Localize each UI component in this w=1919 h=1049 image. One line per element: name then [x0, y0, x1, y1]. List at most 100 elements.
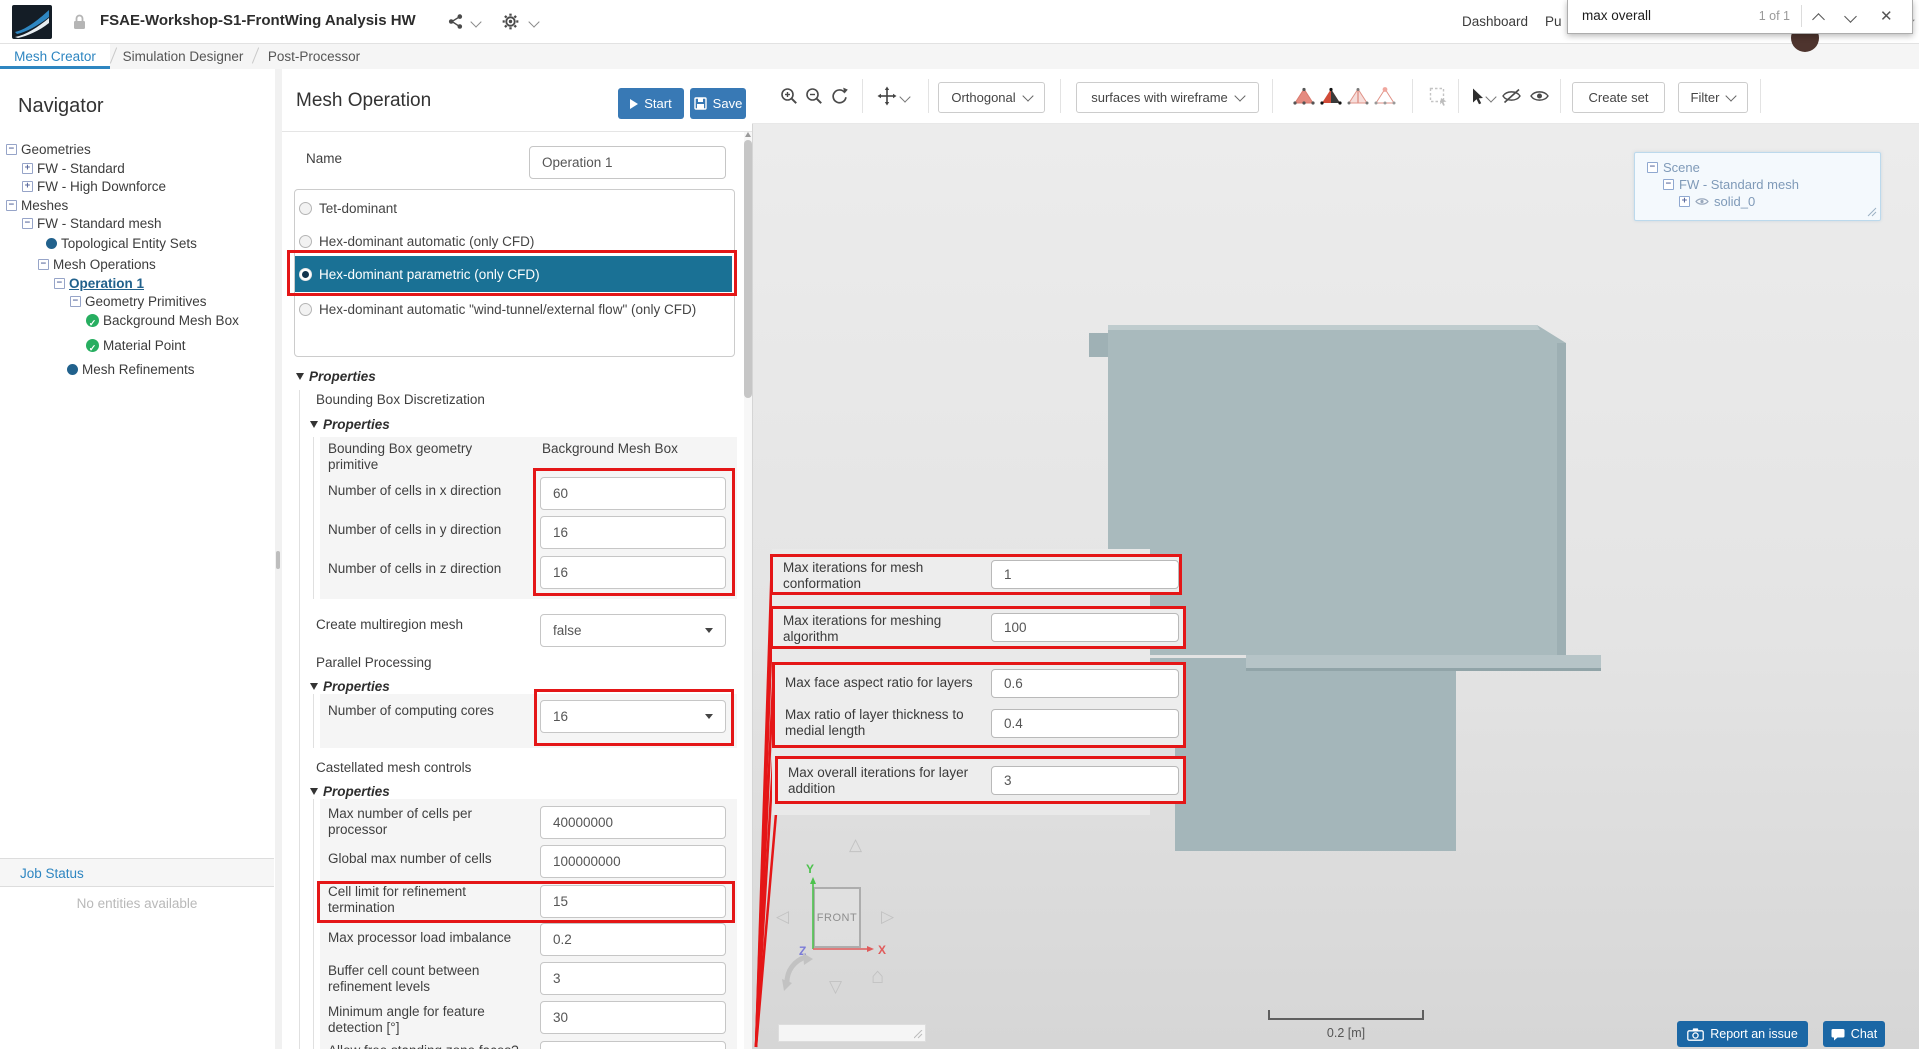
- scene-tree-panel[interactable]: Scene FW - Standard mesh solid_0: [1634, 152, 1881, 221]
- tree-item-geometries[interactable]: Geometries: [6, 140, 91, 158]
- tree-item-mesh-operations[interactable]: Mesh Operations: [38, 255, 156, 273]
- collapse-icon[interactable]: [22, 217, 33, 229]
- collapse-icon[interactable]: [6, 143, 17, 155]
- scene-solid-node[interactable]: solid_0: [1679, 194, 1755, 209]
- tree-item-fw-high-downforce[interactable]: FW - High Downforce: [22, 177, 166, 195]
- expand-icon[interactable]: [1679, 196, 1690, 207]
- zoom-out-icon[interactable]: [803, 85, 825, 107]
- multiregion-select[interactable]: false: [540, 614, 726, 647]
- zoom-in-icon[interactable]: [778, 85, 800, 107]
- save-button[interactable]: Save: [690, 88, 746, 119]
- select-edge-icon[interactable]: [1347, 85, 1369, 107]
- find-next-button[interactable]: [1844, 8, 1866, 23]
- scroll-up-arrow[interactable]: [745, 132, 751, 137]
- form-scrollbar[interactable]: [744, 132, 752, 1049]
- tab-simulation-designer[interactable]: Simulation Designer: [116, 44, 250, 69]
- find-query[interactable]: max overall: [1582, 8, 1651, 23]
- select-node-icon[interactable]: [1374, 85, 1396, 107]
- scene-root-node[interactable]: Scene: [1647, 160, 1700, 175]
- tab-post-processor[interactable]: Post-Processor: [258, 44, 370, 69]
- tree-item-mesh-refinements[interactable]: Mesh Refinements: [67, 360, 195, 378]
- show-entity-icon[interactable]: [1528, 85, 1550, 107]
- tree-item-fw-standard[interactable]: FW - Standard: [22, 159, 125, 177]
- collapse-icon[interactable]: [6, 199, 17, 211]
- tree-item-topological-entity-sets[interactable]: Topological Entity Sets: [46, 234, 197, 252]
- radio-icon[interactable]: [299, 302, 312, 316]
- radio-icon[interactable]: [299, 201, 312, 215]
- reset-view-icon[interactable]: [828, 85, 850, 107]
- scene-mesh-node[interactable]: FW - Standard mesh: [1663, 177, 1799, 192]
- global-max-cells-input[interactable]: [540, 845, 726, 878]
- report-issue-button[interactable]: Report an issue: [1677, 1021, 1808, 1047]
- find-close-button[interactable]: ✕: [1880, 7, 1893, 25]
- select-face-icon[interactable]: [1320, 85, 1342, 107]
- job-status-header[interactable]: Job Status: [0, 858, 274, 887]
- max-layer-thickness-ratio-input[interactable]: [991, 709, 1179, 738]
- rotate-down-arrow[interactable]: ▽: [829, 978, 842, 995]
- cells-x-input[interactable]: [540, 477, 726, 510]
- computing-cores-select[interactable]: 16: [540, 700, 726, 733]
- filter-dropdown[interactable]: Filter: [1678, 82, 1748, 113]
- properties-header[interactable]: Properties: [310, 784, 390, 799]
- properties-header[interactable]: Properties: [310, 679, 390, 694]
- algorithm-option-hex-parametric[interactable]: Hex-dominant parametric (only CFD): [295, 256, 732, 292]
- expand-icon[interactable]: [22, 162, 33, 174]
- cells-y-input[interactable]: [540, 516, 726, 549]
- home-view-icon[interactable]: ⌂: [871, 965, 884, 987]
- resize-handle[interactable]: [914, 1030, 923, 1039]
- max-face-aspect-ratio-input[interactable]: [991, 669, 1179, 698]
- tree-item-operation-1[interactable]: Operation 1: [54, 274, 144, 292]
- find-previous-button[interactable]: [1812, 11, 1834, 26]
- hide-entity-icon[interactable]: [1500, 85, 1522, 107]
- max-iterations-algorithm-input[interactable]: [991, 613, 1179, 642]
- share-icon[interactable]: [447, 13, 464, 35]
- free-standing-faces-input[interactable]: [540, 1041, 726, 1049]
- min-feature-angle-input[interactable]: [540, 1001, 726, 1034]
- tree-item-material-point[interactable]: Material Point: [86, 336, 186, 354]
- collapse-icon[interactable]: [38, 258, 49, 270]
- tab-mesh-creator[interactable]: Mesh Creator: [0, 44, 110, 69]
- algorithm-option-hex-automatic[interactable]: Hex-dominant automatic (only CFD): [299, 230, 729, 252]
- splitter-grip[interactable]: [276, 551, 280, 569]
- dashboard-link[interactable]: Dashboard: [1462, 14, 1528, 29]
- box-select-icon[interactable]: [1427, 85, 1449, 107]
- tree-item-fw-standard-mesh[interactable]: FW - Standard mesh: [22, 214, 162, 232]
- select-volume-icon[interactable]: [1293, 85, 1315, 107]
- panel-splitter[interactable]: [275, 69, 282, 1049]
- render-mode-dropdown[interactable]: surfaces with wireframe: [1076, 82, 1259, 113]
- public-projects-link[interactable]: Pu: [1545, 14, 1562, 29]
- buffer-cell-count-input[interactable]: [540, 962, 726, 995]
- radio-icon[interactable]: [299, 234, 312, 248]
- tree-item-background-mesh-box[interactable]: Background Mesh Box: [86, 311, 239, 329]
- properties-header[interactable]: Properties: [296, 369, 376, 384]
- create-set-button[interactable]: Create set: [1572, 82, 1665, 113]
- max-iterations-conformation-input[interactable]: [991, 560, 1179, 589]
- max-overall-iterations-input[interactable]: [991, 766, 1179, 795]
- collapse-icon[interactable]: [1647, 162, 1658, 173]
- start-button[interactable]: Start: [618, 88, 684, 119]
- viewport-status-strip[interactable]: [778, 1024, 926, 1042]
- name-input[interactable]: [529, 146, 726, 179]
- scrollbar-thumb[interactable]: [744, 140, 752, 398]
- tree-item-geometry-primitives[interactable]: Geometry Primitives: [70, 292, 207, 310]
- chat-button[interactable]: Chat: [1823, 1021, 1885, 1047]
- radio-selected-icon[interactable]: [299, 267, 312, 281]
- eye-icon[interactable]: [1695, 197, 1709, 206]
- cells-z-input[interactable]: [540, 556, 726, 589]
- properties-header[interactable]: Properties: [310, 417, 390, 432]
- tree-item-meshes[interactable]: Meshes: [6, 196, 68, 214]
- gear-icon[interactable]: [502, 13, 519, 35]
- cell-limit-input[interactable]: [540, 885, 726, 918]
- app-logo[interactable]: [12, 5, 52, 39]
- projection-dropdown[interactable]: Orthogonal: [938, 82, 1045, 113]
- load-imbalance-input[interactable]: [540, 923, 726, 956]
- collapse-icon[interactable]: [70, 295, 81, 307]
- algorithm-option-hex-wind-tunnel[interactable]: Hex-dominant automatic "wind-tunnel/exte…: [299, 298, 729, 320]
- resize-handle[interactable]: [1867, 207, 1877, 217]
- expand-icon[interactable]: [22, 180, 33, 192]
- algorithm-option-tet-dominant[interactable]: Tet-dominant: [299, 197, 729, 219]
- pan-icon[interactable]: [876, 85, 898, 107]
- collapse-icon[interactable]: [54, 277, 65, 289]
- max-cells-per-processor-input[interactable]: [540, 806, 726, 839]
- rotate-up-arrow[interactable]: △: [849, 836, 862, 853]
